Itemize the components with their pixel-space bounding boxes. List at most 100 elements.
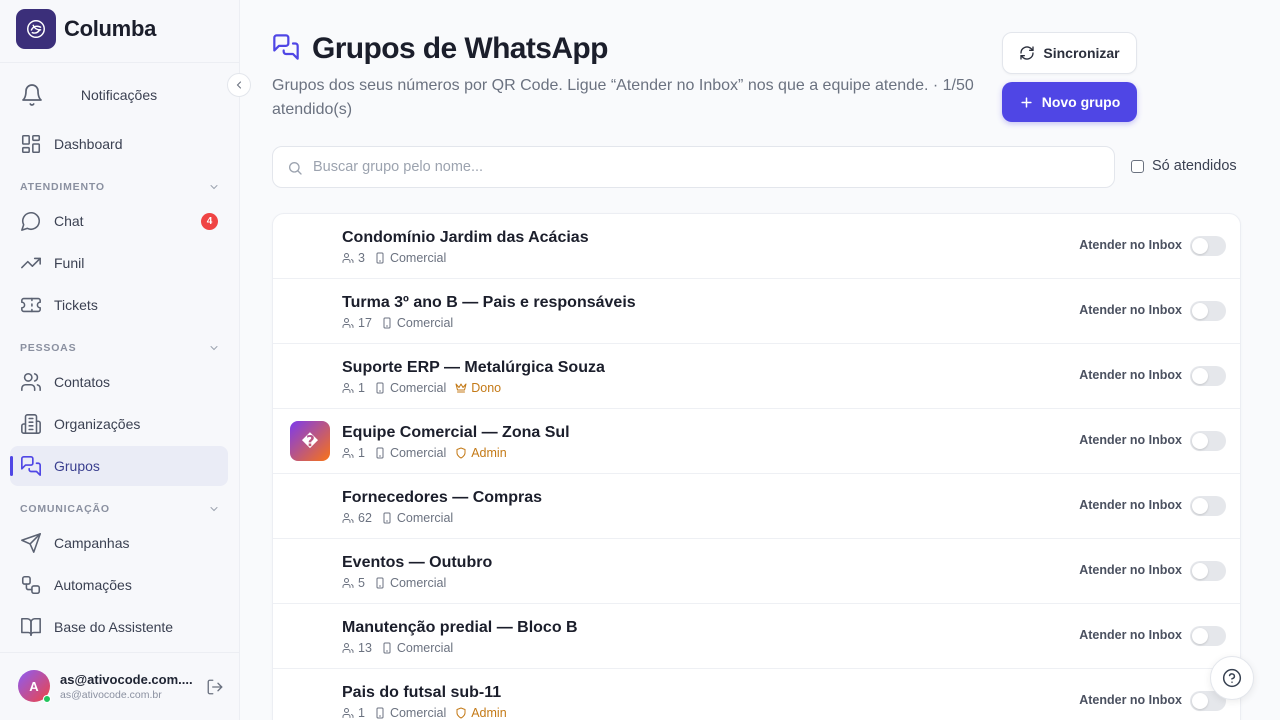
sidebar-item-contatos[interactable]: Contatos xyxy=(10,362,228,402)
chevron-down-icon xyxy=(210,346,218,351)
divider xyxy=(0,62,239,63)
unread-badge: 4 xyxy=(201,213,218,230)
toggle-knob xyxy=(1192,238,1208,254)
group-channel: Comercial xyxy=(374,576,446,590)
attend-inbox-toggle[interactable] xyxy=(1190,626,1226,646)
group-meta: 62 Comercial xyxy=(342,511,462,525)
attend-inbox-label: Atender no Inbox xyxy=(1079,368,1182,382)
new-group-button[interactable]: Novo grupo xyxy=(1002,82,1137,122)
group-channel: Comercial xyxy=(381,641,453,655)
group-members: 3 xyxy=(342,251,365,265)
group-members: 1 xyxy=(342,706,365,720)
group-members: 1 xyxy=(342,446,365,460)
sidebar-item-campanhas[interactable]: Campanhas xyxy=(10,523,228,563)
attend-inbox-label: Atender no Inbox xyxy=(1079,498,1182,512)
attend-inbox-label: Atender no Inbox xyxy=(1079,433,1182,447)
members-icon xyxy=(342,513,354,523)
group-members: 62 xyxy=(342,511,372,525)
role-label: Dono xyxy=(471,381,502,395)
toggle-knob xyxy=(1192,498,1208,514)
attend-inbox-toggle[interactable] xyxy=(1190,301,1226,321)
group-role-badge: Admin xyxy=(455,446,507,460)
channel-name: Comercial xyxy=(389,446,447,460)
logout-icon[interactable] xyxy=(206,678,224,701)
attend-inbox-toggle[interactable] xyxy=(1190,366,1226,386)
sync-button[interactable]: Sincronizar xyxy=(1002,32,1137,74)
attend-inbox-toggle[interactable] xyxy=(1190,561,1226,581)
attend-inbox-label: Atender no Inbox xyxy=(1079,628,1182,642)
phone-icon xyxy=(376,577,384,589)
attend-inbox-toggle[interactable] xyxy=(1190,431,1226,451)
help-button[interactable] xyxy=(1210,656,1254,700)
shield-icon xyxy=(456,447,466,459)
phone-icon xyxy=(376,707,384,719)
group-row[interactable]: � Equipe Comercial — Zona Sul 1 Comercial Ad… xyxy=(273,409,1240,474)
sidebar-item-automacoes[interactable]: Automações xyxy=(10,565,228,605)
attend-inbox-toggle[interactable] xyxy=(1190,496,1226,516)
sidebar-item-funil[interactable]: Funil xyxy=(10,243,228,283)
search-icon xyxy=(289,162,302,175)
search-box[interactable] xyxy=(272,146,1115,188)
sidebar-item-chat[interactable]: Chat 4 xyxy=(10,201,228,241)
group-avatar: � xyxy=(290,421,330,461)
group-row[interactable]: Fornecedores — Compras 62 Comercial Atender… xyxy=(273,474,1240,539)
notifications-button[interactable]: Notificações xyxy=(10,75,228,115)
group-name: Turma 3º ano B — Pais e responsáveis xyxy=(342,294,636,311)
sidebar-item-label: Campanhas xyxy=(54,535,130,551)
group-name: Condomínio Jardim das Acácias xyxy=(342,229,589,246)
group-row[interactable]: Pais do futsal sub-11 1 Comercial Admin Aten… xyxy=(273,669,1240,720)
only-attended-checkbox[interactable] xyxy=(1131,159,1144,173)
members-icon xyxy=(342,708,354,718)
toggle-knob xyxy=(1192,368,1208,384)
sidebar-item-dashboard[interactable]: Dashboard xyxy=(10,124,228,164)
group-meta: 5 Comercial xyxy=(342,576,455,590)
user-email: as@ativocode.com.br xyxy=(60,689,162,701)
attend-inbox-label: Atender no Inbox xyxy=(1079,303,1182,317)
sidebar-item-label: Organizações xyxy=(54,416,141,432)
attend-inbox-toggle[interactable] xyxy=(1190,236,1226,256)
group-row[interactable]: Manutenção predial — Bloco B 13 Comercial A… xyxy=(273,604,1240,669)
sidebar-item-label: Funil xyxy=(54,255,85,271)
group-meta: 1 Comercial Admin xyxy=(342,446,516,460)
section-atendimento[interactable]: ATENDIMENTO xyxy=(20,180,220,194)
group-members: 5 xyxy=(342,576,365,590)
section-comunicacao[interactable]: COMUNICAÇÃO xyxy=(20,502,220,516)
group-row[interactable]: Eventos — Outubro 5 Comercial Atender no In… xyxy=(273,539,1240,604)
toggle-knob xyxy=(1192,628,1208,644)
brand[interactable]: Columba xyxy=(16,9,156,49)
sidebar-item-label: Contatos xyxy=(54,374,111,390)
members-icon xyxy=(342,578,354,588)
sidebar-item-tickets[interactable]: Tickets xyxy=(10,285,228,325)
only-attended-filter[interactable]: Só atendidos xyxy=(1131,158,1237,174)
section-pessoas[interactable]: PESSOAS xyxy=(20,341,220,355)
app-name: Columba xyxy=(64,16,157,41)
members-count: 1 xyxy=(358,446,365,460)
sidebar-item-organizacoes[interactable]: Organizações xyxy=(10,404,228,444)
attend-inbox-label: Atender no Inbox xyxy=(1079,563,1182,577)
search-input[interactable] xyxy=(313,147,1093,187)
members-count: 17 xyxy=(358,316,372,330)
channel-name: Comercial xyxy=(396,316,454,330)
group-meta: 17 Comercial xyxy=(342,316,462,330)
phone-icon xyxy=(383,642,391,654)
sidebar-item-base-assistente[interactable]: Base do Assistente xyxy=(10,607,228,647)
group-name: Equipe Comercial — Zona Sul xyxy=(342,424,570,441)
user-menu[interactable]: A as@ativocode.com.... as@ativocode.com.… xyxy=(18,670,230,704)
chevron-left-icon xyxy=(236,81,242,89)
group-meta: 3 Comercial xyxy=(342,251,455,265)
phone-icon xyxy=(376,252,384,264)
members-count: 1 xyxy=(358,706,365,720)
group-row[interactable]: Suporte ERP — Metalúrgica Souza 1 Comercia… xyxy=(273,344,1240,409)
collapse-sidebar-button[interactable] xyxy=(227,73,251,97)
toggle-knob xyxy=(1192,433,1208,449)
sidebar-item-label: Chat xyxy=(54,213,84,229)
channel-name: Comercial xyxy=(389,251,447,265)
group-members: 13 xyxy=(342,641,372,655)
sidebar-item-label: Base do Assistente xyxy=(54,619,174,635)
group-row[interactable]: Turma 3º ano B — Pais e responsáveis 17 Co… xyxy=(273,279,1240,344)
group-row[interactable]: Condomínio Jardim das Acácias 3 Comercial A… xyxy=(273,214,1240,279)
sidebar-item-grupos[interactable]: Grupos xyxy=(10,446,228,486)
group-name: Fornecedores — Compras xyxy=(342,489,543,506)
group-channel: Comercial xyxy=(374,251,446,265)
active-indicator xyxy=(10,456,13,476)
